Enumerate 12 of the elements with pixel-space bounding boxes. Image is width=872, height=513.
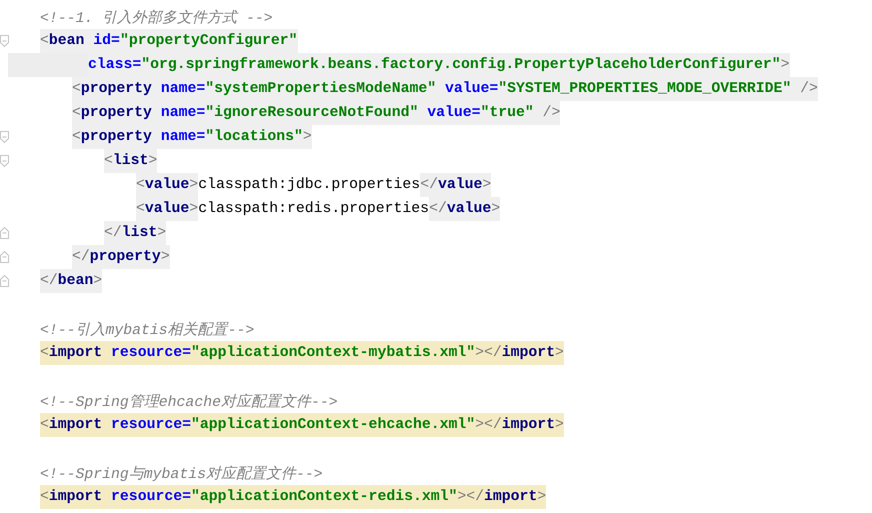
code-line: <!--Spring与mybatis对应配置文件--> bbox=[40, 464, 323, 484]
fold-icon[interactable] bbox=[0, 155, 9, 167]
fold-icon[interactable] bbox=[0, 35, 9, 47]
fold-icon[interactable] bbox=[0, 251, 9, 263]
code-line: <!--引入mybatis相关配置--> bbox=[40, 320, 254, 340]
code-line: <value>classpath:jdbc.properties</value> bbox=[136, 173, 492, 197]
fold-icon[interactable] bbox=[0, 275, 9, 287]
fold-icon[interactable] bbox=[0, 227, 9, 239]
code-line: <!--1. 引入外部多文件方式 --> bbox=[40, 8, 273, 28]
fold-icon[interactable] bbox=[0, 131, 9, 143]
code-line: <!--Spring管理ehcache对应配置文件--> bbox=[40, 392, 338, 412]
code-line: <value>classpath:redis.properties</value> bbox=[136, 197, 500, 221]
